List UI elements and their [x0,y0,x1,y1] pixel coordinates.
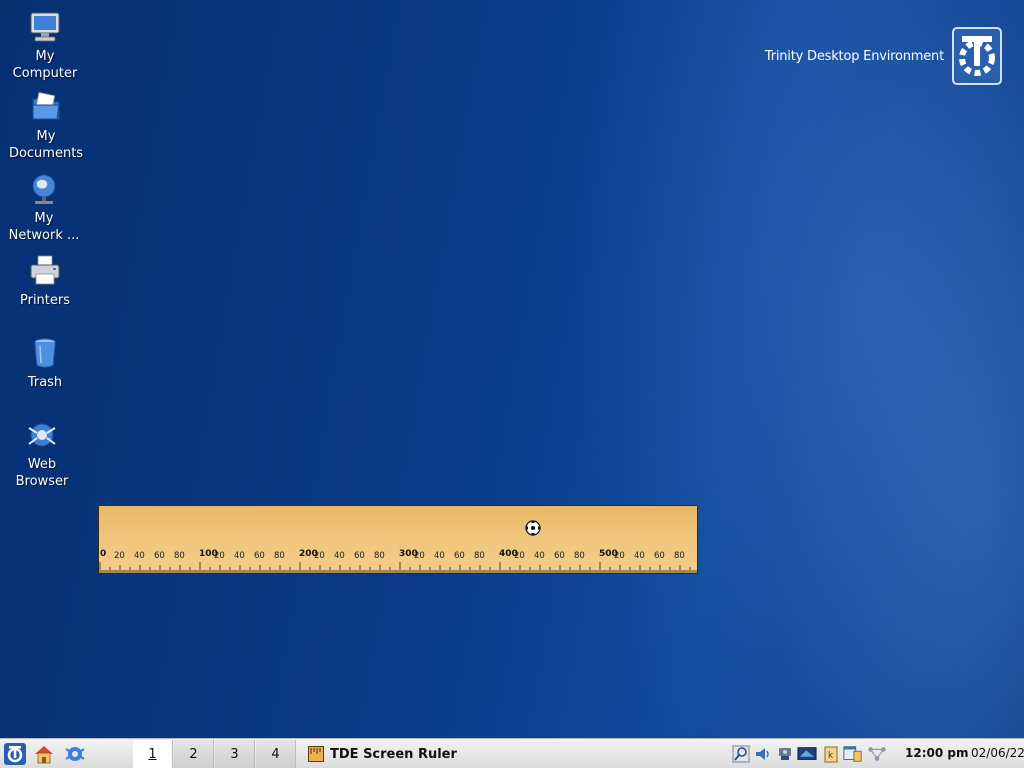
icon-label-line2: Network ... [8,228,80,243]
desktop-icon-my-network[interactable]: My Network ... [0,172,89,244]
ruler-app-icon [308,746,324,762]
desktop-switch-1[interactable]: 1 [133,740,173,768]
tray-window-list[interactable] [843,744,863,764]
tde-menu-icon [4,743,26,765]
ruler-minor-label: 20 [114,551,125,561]
desktop-icon-my-documents[interactable]: My Documents [1,90,91,162]
ruler-minor-label: 20 [214,551,225,561]
computer-icon [30,12,60,42]
ruler-minor-label: 60 [454,551,465,561]
icon-label-line2: Browser [15,474,69,489]
clock-date[interactable]: 02/06/22 [971,746,1024,760]
network-globe-icon [32,174,56,204]
tray-wifi[interactable] [867,744,887,764]
ruler-minor-label: 80 [674,551,685,561]
printer-icon [30,255,60,285]
ruler-minor-label: 40 [334,551,345,561]
ruler-minor-label: 20 [514,551,525,561]
trash-icon [34,338,56,368]
ruler-minor-label: 60 [254,551,265,561]
ruler-minor-label: 60 [654,551,665,561]
tray-network[interactable] [775,744,795,764]
tde-brand-logo: Trinity Desktop Environment [765,27,1002,85]
task-button-label: TDE Screen Ruler [330,746,457,762]
tray-volume[interactable] [753,744,773,764]
ruler-minor-label: 20 [614,551,625,561]
ruler-minor-label: 20 [414,551,425,561]
clock-time[interactable]: 12:00 pm [905,746,968,760]
window-list-icon [843,746,862,762]
ruler-minor-label: 60 [354,551,365,561]
web-browser-launcher-icon [65,747,85,761]
tray-display[interactable] [797,744,817,764]
screen-ruler-window[interactable]: 0 20 40 60 80 100 20 40 60 80 200 20 40 60 80 300 20 40 60… [98,505,698,574]
ruler-minor-label: 40 [634,551,645,561]
ruler-minor-label: 20 [314,551,325,561]
ruler-minor-label: 80 [374,551,385,561]
ruler-minor-label: 40 [434,551,445,561]
icon-label-line1: My [35,49,55,64]
taskbar: 1 2 3 4 TDE Screen Ruler k 12:00 pm 02/0… [0,738,1024,768]
ruler-minor-label: 40 [234,551,245,561]
icon-label-line1: My [36,129,56,144]
icon-label-line2: Documents [8,146,84,161]
desktop-icon-printers[interactable]: Printers [0,254,90,309]
icon-label-line1: Trash [27,375,63,390]
ruler-minor-label: 80 [274,551,285,561]
ruler-minor-label: 80 [474,551,485,561]
wifi-icon [868,747,886,761]
home-icon [35,746,53,764]
display-icon [797,747,817,760]
ruler-minor-label: 40 [534,551,545,561]
task-button-screen-ruler[interactable]: TDE Screen Ruler [303,741,603,767]
klipper-icon: k [824,746,838,763]
search-icon [732,745,750,763]
brand-text: Trinity Desktop Environment [764,48,944,64]
icon-label-line1: Printers [19,293,71,308]
web-browser-icon [28,423,56,447]
tde-menu-button[interactable] [2,741,28,767]
ruler-minor-label: 80 [174,551,185,561]
volume-icon [756,748,769,760]
ruler-minor-label: 40 [134,551,145,561]
icon-label-line2: Computer [12,66,78,81]
ruler-major-label: 0 [100,549,106,559]
icon-label-line1: My [34,211,54,226]
web-browser-launcher-button[interactable] [62,741,88,767]
desktop-switch-4[interactable]: 4 [256,740,296,768]
tray-klipper[interactable]: k [821,744,841,764]
svg-text:k: k [828,751,834,761]
tde-logo-icon [952,27,1002,85]
desktop-switch-2[interactable]: 2 [174,740,214,768]
network-icon [779,748,791,760]
desktop-icon-web-browser[interactable]: Web Browser [0,418,87,490]
ruler-minor-label: 60 [554,551,565,561]
desktop[interactable]: My Computer My Documents My Network ... [0,0,1024,738]
desktop-icon-my-computer[interactable]: My Computer [0,10,90,82]
desktop-switch-3[interactable]: 3 [215,740,255,768]
documents-folder-icon [32,92,60,120]
icon-label-line1: Web [27,457,57,472]
ruler-scale: 0 20 40 60 80 10020 40 60 80 20020 40 60 80 30020 40 60… [99,549,697,573]
ruler-minor-label: 60 [154,551,165,561]
desktop-icon-trash[interactable]: Trash [0,336,90,391]
home-folder-button[interactable] [31,741,57,767]
ruler-minor-label: 80 [574,551,585,561]
move-cursor-icon[interactable] [524,519,542,537]
tray-search[interactable] [731,744,751,764]
